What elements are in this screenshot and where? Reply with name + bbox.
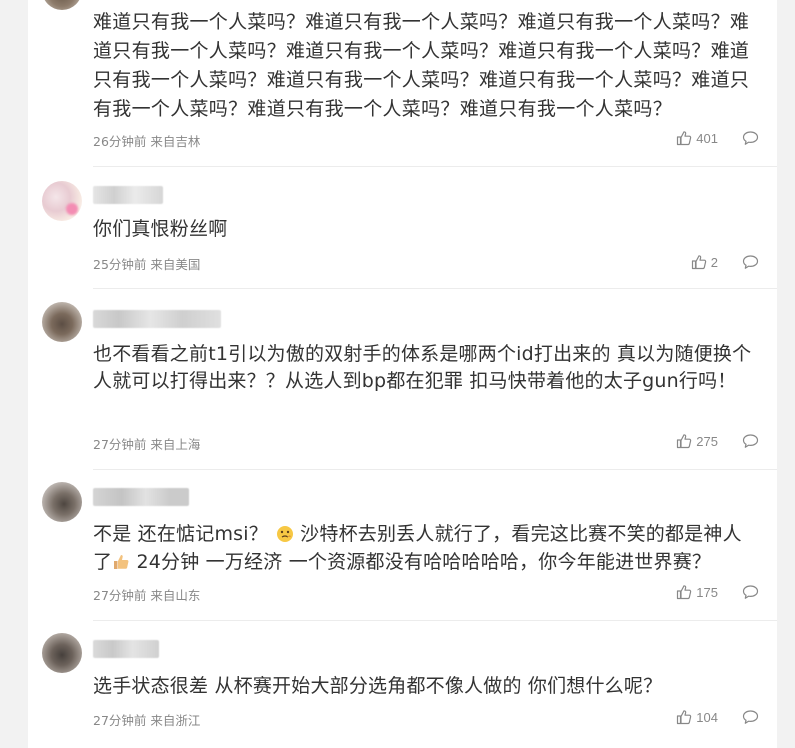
comment-meta: 27分钟前 来自上海 [93, 437, 201, 452]
reply-button[interactable] [742, 130, 759, 146]
comment-text: 不是 还在惦记msi？ 沙特杯去别丢人就行了，看完这比赛不笑的都是神人了 24分… [93, 520, 753, 576]
comment-meta: 26分钟前 来自吉林 [93, 134, 201, 149]
divider [93, 166, 777, 167]
comment-bubble-icon [742, 585, 759, 599]
comment-text: 选手状态很差 从杯赛开始大部分选角都不像人做的 你们想什么呢？ [93, 675, 663, 697]
comment-meta: 27分钟前 来自山东 [93, 588, 201, 603]
thumbs-up-icon [677, 710, 692, 725]
comment-text-part: 24分钟 一万经济 一个资源都没有哈哈哈哈哈，你今年能进世界赛？ [130, 551, 712, 573]
like-count: 175 [696, 584, 718, 600]
avatar[interactable] [42, 633, 82, 673]
divider [93, 469, 777, 470]
comment-text: 也不看看之前t1引以为傲的双射手的体系是哪两个id打出来的 真以为随便换个人就可… [93, 343, 752, 392]
comment-actions: 275 [676, 433, 759, 449]
like-count: 275 [696, 433, 718, 449]
like-button[interactable]: 275 [676, 433, 718, 449]
comment-text-part: 不是 还在惦记msi？ [93, 523, 268, 545]
comment-text: 你们真恨粉丝啊 [93, 218, 228, 240]
like-button[interactable]: 401 [676, 130, 718, 146]
divider [93, 288, 777, 289]
like-button[interactable]: 2 [691, 254, 718, 270]
like-button[interactable]: 175 [676, 584, 718, 600]
reply-button[interactable] [742, 709, 759, 725]
comment-meta: 25分钟前 来自美国 [93, 257, 201, 272]
like-count: 104 [696, 709, 718, 725]
username-blurred[interactable] [93, 310, 221, 328]
thumbs-up-icon [691, 255, 707, 270]
avatar[interactable] [42, 302, 82, 342]
comment-actions: 401 [676, 130, 759, 146]
comment-bubble-icon [742, 255, 759, 269]
reply-button[interactable] [742, 433, 759, 449]
comment-actions: 2 [691, 254, 759, 270]
comment-list: 难道只有我一个人菜吗？难道只有我一个人菜吗？难道只有我一个人菜吗？难道只有我一个… [28, 0, 777, 748]
reply-button[interactable] [742, 254, 759, 270]
avatar[interactable] [42, 181, 82, 221]
comment-text: 难道只有我一个人菜吗？难道只有我一个人菜吗？难道只有我一个人菜吗？难道只有我一个… [93, 11, 750, 120]
thumbs-up-icon [677, 585, 692, 600]
comment-bubble-icon [742, 434, 759, 448]
reply-button[interactable] [742, 584, 759, 600]
thumbs-up-emoji-icon [114, 555, 129, 569]
thumbs-up-icon [677, 434, 692, 449]
avatar[interactable] [42, 0, 82, 10]
username-blurred[interactable] [93, 186, 163, 204]
comment-bubble-icon [742, 131, 759, 145]
thinking-face-icon [276, 526, 293, 542]
comment-meta: 27分钟前 来自浙江 [93, 713, 201, 728]
comment-actions: 104 [676, 709, 759, 725]
comment-actions: 175 [676, 584, 759, 600]
divider [93, 620, 777, 621]
username-blurred[interactable] [93, 488, 189, 506]
like-button[interactable]: 104 [676, 709, 718, 725]
thumbs-up-icon [677, 131, 692, 146]
comment-bubble-icon [742, 710, 759, 724]
username-blurred[interactable] [93, 640, 159, 658]
like-count: 401 [696, 130, 718, 146]
like-count: 2 [710, 254, 718, 270]
avatar[interactable] [42, 482, 82, 522]
